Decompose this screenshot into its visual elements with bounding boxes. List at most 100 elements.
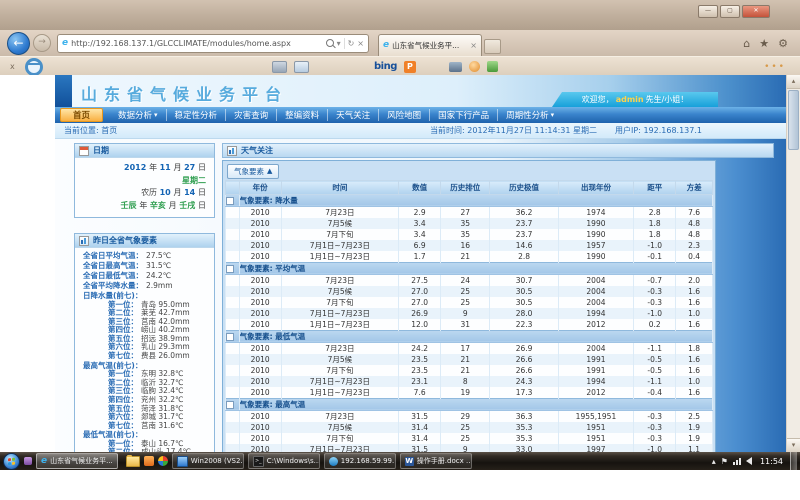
table-cell: 1.8 bbox=[634, 218, 676, 229]
camera-icon[interactable] bbox=[449, 62, 462, 72]
table-row[interactable]: 20107月5候23.52126.61991-0.51.6 bbox=[226, 354, 713, 365]
nav-item[interactable]: 数据分析▾ bbox=[110, 109, 166, 121]
table-row[interactable]: 20107月23日24.21726.92004-1.11.8 bbox=[226, 342, 713, 354]
scroll-down-arrow[interactable]: ▾ bbox=[787, 438, 800, 452]
table-row[interactable]: 20107月下旬27.02530.52004-0.31.6 bbox=[226, 297, 713, 308]
nav-item[interactable]: 风险地图 bbox=[378, 109, 429, 121]
scrollbar-thumb[interactable] bbox=[788, 90, 799, 150]
group-checkbox-cell[interactable] bbox=[226, 194, 240, 206]
table-cell: 2012 bbox=[558, 319, 634, 331]
table-row[interactable]: 20107月5候31.42535.31951-0.31.9 bbox=[226, 422, 713, 433]
column-header[interactable]: 距平 bbox=[634, 181, 676, 195]
volume-icon[interactable] bbox=[746, 457, 752, 465]
nav-item[interactable]: 稳定性分析 bbox=[166, 109, 226, 121]
network-icon[interactable] bbox=[733, 458, 741, 465]
table-row[interactable]: 20107月23日31.52936.31955,1951-0.32.5 bbox=[226, 410, 713, 422]
table-row[interactable]: 20107月23日2.92736.219742.87.6 bbox=[226, 206, 713, 218]
checkbox-icon[interactable] bbox=[226, 265, 234, 273]
table-row[interactable]: 20101月1日~7月23日1.7212.81990-0.10.4 bbox=[226, 251, 713, 263]
pinned-orange-app-icon[interactable] bbox=[144, 456, 154, 466]
browser-app-icon[interactable] bbox=[158, 456, 168, 466]
column-header[interactable]: 时间 bbox=[281, 181, 399, 195]
group-checkbox-cell[interactable] bbox=[226, 398, 240, 410]
cards-icon[interactable] bbox=[272, 61, 287, 73]
column-header[interactable]: 方差 bbox=[676, 181, 713, 195]
show-desktop-button[interactable] bbox=[790, 452, 797, 470]
start-button[interactable] bbox=[3, 453, 20, 470]
toolbar-close-icon[interactable]: x bbox=[10, 62, 15, 71]
refresh-icon[interactable]: ↻ bbox=[348, 39, 355, 48]
ime-badge-icon[interactable]: P bbox=[404, 61, 416, 73]
address-bar[interactable]: e http://192.168.137.1/GLCCLIMATE/module… bbox=[57, 34, 369, 53]
stat-value: 31.5℃ bbox=[146, 261, 171, 270]
tab-title[interactable]: 山东省气候业务平... bbox=[392, 40, 467, 51]
table-row[interactable]: 20101月1日~7月23日7.61917.32012-0.41.6 bbox=[226, 387, 713, 399]
group-row[interactable]: 气象要素: 平均气温 bbox=[226, 262, 713, 274]
accessibility-icon[interactable] bbox=[25, 58, 43, 76]
checkbox-icon[interactable] bbox=[226, 333, 234, 341]
column-header[interactable]: 历史排位 bbox=[441, 181, 490, 195]
table-row[interactable]: 20107月下旬23.52126.61991-0.51.6 bbox=[226, 365, 713, 376]
browser-tab[interactable]: e 山东省气候业务平... × bbox=[378, 34, 482, 56]
column-header[interactable]: 数值 bbox=[399, 181, 441, 195]
table-row[interactable]: 20107月5候3.43523.719901.84.8 bbox=[226, 218, 713, 229]
table-row[interactable]: 20101月1日~7月23日12.03122.320120.21.6 bbox=[226, 319, 713, 331]
nav-item[interactable]: 天气关注 bbox=[327, 109, 378, 121]
table-cell: 27 bbox=[441, 206, 490, 218]
group-row[interactable]: 气象要素: 最低气温 bbox=[226, 330, 713, 342]
taskbar-window-button[interactable]: W操作手册.docx ... bbox=[400, 453, 472, 469]
group-checkbox-cell[interactable] bbox=[226, 330, 240, 342]
table-row[interactable]: 20107月下旬31.42535.31951-0.31.9 bbox=[226, 433, 713, 444]
bing-logo[interactable]: bing bbox=[374, 61, 397, 72]
table-row[interactable]: 20107月1日~7月23日26.9928.01994-1.01.0 bbox=[226, 308, 713, 319]
nav-item[interactable]: 整编资料 bbox=[276, 109, 327, 121]
page-scrollbar[interactable]: ▴ ▾ bbox=[786, 75, 800, 452]
person-icon[interactable] bbox=[469, 61, 480, 72]
element-filter-button[interactable]: 气象要素 ▲ bbox=[227, 164, 279, 179]
tab-close-icon[interactable]: × bbox=[470, 41, 477, 50]
tray-expand-icon[interactable]: ▴ bbox=[712, 457, 716, 466]
maximize-button[interactable]: ▢ bbox=[720, 5, 740, 18]
more-options-icon[interactable]: ••• bbox=[764, 62, 786, 72]
table-row[interactable]: 20107月23日27.52430.72004-0.72.0 bbox=[226, 274, 713, 286]
table-row[interactable]: 20107月下旬3.43523.719901.84.8 bbox=[226, 229, 713, 240]
url-text[interactable]: http://192.168.137.1/GLCCLIMATE/modules/… bbox=[71, 39, 322, 48]
checkbox-icon[interactable] bbox=[226, 401, 234, 409]
search-icon[interactable] bbox=[326, 39, 334, 47]
nav-item[interactable]: 周期性分析▾ bbox=[497, 109, 562, 121]
explorer-folder-icon[interactable] bbox=[126, 456, 140, 467]
nav-item[interactable]: 国家下行产品 bbox=[429, 109, 497, 121]
table-row[interactable]: 20107月5候27.02530.52004-0.31.6 bbox=[226, 286, 713, 297]
mail-icon[interactable] bbox=[294, 61, 309, 73]
column-header[interactable]: 历史极值 bbox=[490, 181, 558, 195]
column-header[interactable]: 年份 bbox=[239, 181, 281, 195]
forward-button[interactable]: → bbox=[33, 34, 51, 52]
taskbar-window-button[interactable]: Win2008 (VS2... bbox=[172, 453, 244, 469]
scroll-up-arrow[interactable]: ▴ bbox=[787, 75, 800, 89]
stop-icon[interactable]: × bbox=[357, 39, 364, 48]
back-button[interactable]: ← bbox=[7, 32, 30, 55]
table-row[interactable]: 20107月1日~7月23日6.91614.61957-1.02.3 bbox=[226, 240, 713, 251]
table-row[interactable]: 20107月1日~7月23日23.1824.31994-1.11.0 bbox=[226, 376, 713, 387]
minimize-button[interactable]: — bbox=[698, 5, 718, 18]
group-row[interactable]: 气象要素: 最高气温 bbox=[226, 398, 713, 410]
column-header[interactable]: 出现年份 bbox=[558, 181, 634, 195]
taskbar-active-window[interactable]: e 山东省气候业务平... bbox=[36, 453, 118, 469]
nav-item[interactable]: 灾害查询 bbox=[225, 109, 276, 121]
checkbox-icon[interactable] bbox=[226, 197, 234, 205]
action-center-flag-icon[interactable]: ⚑ bbox=[721, 457, 728, 466]
taskbar-window-button[interactable]: >_C:\Windows\s... bbox=[248, 453, 320, 469]
tools-gear-icon[interactable]: ⚙ bbox=[778, 37, 788, 50]
group-row[interactable]: 气象要素: 降水量 bbox=[226, 194, 713, 206]
home-icon[interactable]: ⌂ bbox=[743, 37, 750, 50]
close-button[interactable]: ✕ bbox=[742, 5, 770, 18]
addon-puzzle-icon[interactable] bbox=[487, 61, 498, 72]
group-checkbox-cell[interactable] bbox=[226, 262, 240, 274]
nav-item[interactable]: 首页 bbox=[60, 108, 103, 122]
chevron-down-icon[interactable]: ▾ bbox=[337, 39, 341, 48]
taskbar-clock[interactable]: 11:54 bbox=[760, 457, 783, 466]
taskbar-window-button[interactable]: 192.168.59.99... bbox=[324, 453, 396, 469]
pinned-app-icon[interactable] bbox=[24, 457, 32, 465]
new-tab-button[interactable] bbox=[484, 39, 501, 54]
favorites-star-icon[interactable]: ★ bbox=[759, 37, 769, 50]
